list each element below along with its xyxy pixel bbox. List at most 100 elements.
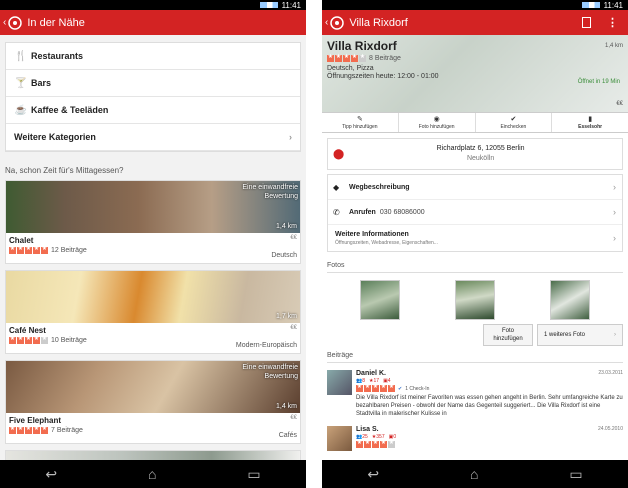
phone-screen-business: 11:41 ‹ Villa Rixdorf ⋮ Villa Rixdorf 1,… [322,0,628,488]
back-nav-icon[interactable]: ↩ [367,466,379,483]
price-label: €€ [290,415,297,421]
more-categories-label: Weitere Kategorien [14,132,96,142]
business-card[interactable]: 1,7 km Café Nest 10 Beiträge €€ Modern-E… [5,270,301,354]
directions-row[interactable]: ◆ Wegbeschreibung › [328,175,622,200]
more-photos-button[interactable]: 1 weiteres Foto › [537,324,623,346]
chevron-right-icon: › [613,207,616,217]
status-bar: 11:41 [322,0,628,10]
photos-section-title: Fotos [327,262,623,273]
coffee-cup-icon: ☕ [14,104,28,116]
category-label: Restaurants [31,51,84,61]
opens-in-label: Öffnet in 19 Min [577,79,620,85]
phone-icon: ✆ [333,207,340,217]
status-time: 11:41 [603,0,623,10]
price-label: €€ [616,101,623,107]
review-count: 8 Beiträge [369,55,401,62]
overflow-menu-icon[interactable]: ⋮ [607,16,618,29]
yelp-logo-icon[interactable] [329,15,345,31]
review-item[interactable]: Daniel K. 👥8 ★17 ▣4 ✔ 1 Check-In Die Vil… [322,366,628,422]
business-photo: Eine einwandfreie Bewertung 1,4 km [6,181,300,233]
reviews-section-title: Beiträge [327,352,623,363]
reviewer-stats: 👥8 ★17 ▣4 [356,378,623,384]
category-label: Deutsch, Pizza [327,65,374,72]
yelp-logo-icon[interactable] [7,15,23,31]
page-title: Villa Rixdorf [349,16,408,29]
category-restaurants[interactable]: 🍴 Restaurants [6,43,300,70]
category-bars[interactable]: 🍸 Bars [6,70,300,97]
check-in-icon: ✔ [398,385,403,392]
chevron-right-icon: › [613,233,616,243]
signal-icon [259,2,278,8]
call-label: Anrufen [349,208,376,216]
more-categories-button[interactable]: Weitere Kategorien › [6,124,300,151]
business-photo: 1,7 km [6,271,300,323]
photo-buttons: Foto hinzufügen 1 weiteres Foto › [322,324,628,346]
call-row[interactable]: ✆ Anrufen 030 68086000 › [328,200,622,225]
cuisine-label: Modern-Europäisch [235,342,297,349]
category-label: Kaffee & Teeläden [31,105,109,115]
price-label: €€ [290,235,297,241]
details-box: ◆ Wegbeschreibung › ✆ Anrufen 030 680860… [327,174,623,252]
more-photos-label: 1 weiteres Foto [544,332,586,338]
directions-label: Wegbeschreibung [349,183,410,191]
business-name: Five Elephant [9,416,62,425]
home-nav-icon[interactable]: ⌂ [148,466,156,482]
system-nav-bar: ↩ ⌂ ▭ [0,460,306,488]
business-header: Villa Rixdorf 1,4 km 8 Beiträge Deutsch,… [322,35,628,115]
more-info-row[interactable]: Weitere Informationen Öffnungszeiten, We… [328,225,622,251]
avatar [327,370,352,395]
distance-label: 1,4 km [275,223,297,230]
photo-thumbnail[interactable] [454,280,495,320]
review-item[interactable]: Lisa S. 👥25 ★357 ▣0 24.05.2010 [322,422,628,455]
photo-thumbnail[interactable] [359,280,400,320]
map-pin-icon: ⬤ [333,148,345,160]
badge-label: Eine einwandfreie Bewertung [242,364,298,380]
rating-stars [9,245,48,254]
check-in-button[interactable]: ✔ Einchecken [476,113,553,132]
chevron-right-icon: › [613,182,616,192]
rating-stars [9,425,48,434]
distance-label: 1,4 km [275,403,297,410]
business-name: Café Nest [9,326,46,335]
distance-label: 1,4 km [604,43,623,49]
review-text: Die Villa Rixdorf ist meiner Favoriten w… [356,395,623,417]
add-photo-button[interactable]: Foto hinzufügen [483,324,533,346]
bookmark-icon: ▮ [588,115,593,123]
page-title: In der Nähe [27,16,85,29]
home-nav-icon[interactable]: ⌂ [470,466,478,482]
reviewer-name: Daniel K. [356,370,386,377]
address-box[interactable]: ⬤ Richardplatz 6, 12055 Berlin Neukölln [327,138,623,170]
photo-thumbnail[interactable] [550,280,591,320]
status-time: 11:41 [281,0,301,10]
add-photo-button[interactable]: ◉ Foto hinzufügen [399,113,476,132]
chevron-right-icon: › [614,332,616,338]
address-line-2: Neukölln [466,155,495,162]
cuisine-label: Cafés [278,432,297,439]
recent-apps-icon[interactable]: ▭ [247,466,260,483]
bookmark-icon[interactable] [582,17,591,28]
bookmark-button[interactable]: ▮ Esselsohr [552,113,628,132]
add-tip-button[interactable]: ✎ Tipp hinzufügen [322,113,399,132]
business-card[interactable]: Eine einwandfreie Bewertung 1,4 km Chale… [5,180,301,264]
back-arrow-icon[interactable]: ‹ [325,17,328,28]
app-bar: ‹ Villa Rixdorf ⋮ [322,10,628,35]
cuisine-label: Deutsch [271,252,297,259]
distance-label: 1,7 km [275,313,297,320]
system-nav-bar: ↩ ⌂ ▭ [322,460,628,488]
action-bar: ✎ Tipp hinzufügen ◉ Foto hinzufügen ✔ Einch… [322,112,628,133]
back-nav-icon[interactable]: ↩ [45,466,57,483]
review-date: 24.05.2010 [597,426,623,432]
review-date: 23.03.2011 [598,370,623,376]
category-coffee[interactable]: ☕ Kaffee & Teeläden [6,97,300,124]
cocktail-icon: 🍸 [14,77,28,89]
business-card[interactable]: Eine einwandfreie Bewertung 1,4 km Five … [5,360,301,444]
back-arrow-icon[interactable]: ‹ [3,17,6,28]
app-bar: ‹ In der Nähe [0,10,306,35]
section-title: Na, schon Zeit für's Mittagessen? [5,166,124,175]
review-count: 10 Beiträge [51,337,87,344]
phone-screen-nearby: 11:41 ‹ In der Nähe 🍴 Restaurants 🍸 Bars… [0,0,306,488]
review-count: 7 Beiträge [51,427,83,434]
status-bar: 11:41 [0,0,306,10]
recent-apps-icon[interactable]: ▭ [569,466,582,483]
review-count: 12 Beiträge [51,247,87,254]
